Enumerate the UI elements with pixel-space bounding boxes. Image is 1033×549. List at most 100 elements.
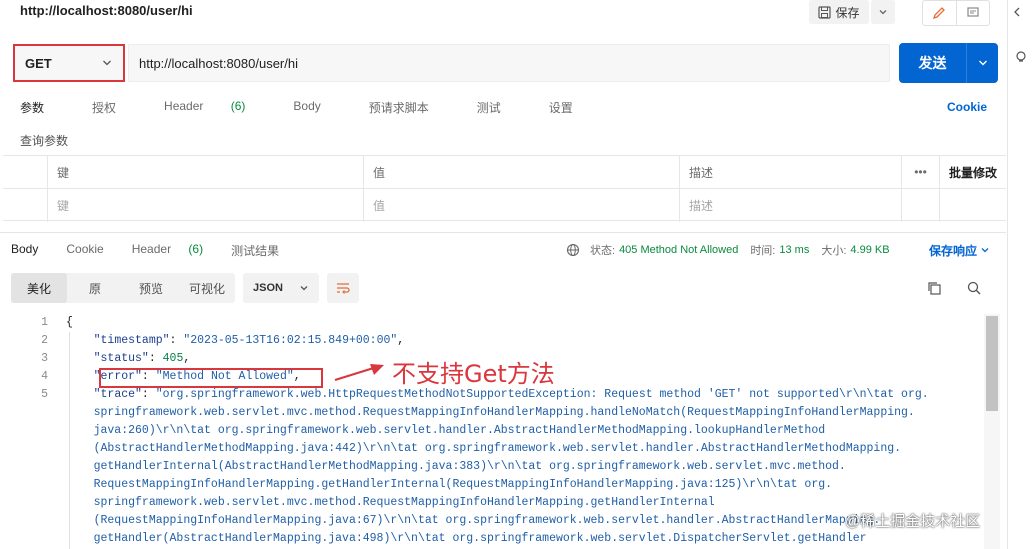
table-row: 键 值 描述: [3, 189, 1006, 222]
tab-tests[interactable]: 测试: [477, 99, 525, 116]
wrap-icon: [337, 283, 350, 294]
format-select[interactable]: JSON: [243, 273, 319, 303]
cookie-link[interactable]: Cookie: [947, 100, 987, 114]
tab-auth[interactable]: 授权: [92, 99, 140, 116]
view-visualize[interactable]: 可视化: [179, 273, 235, 303]
code-text: {: [66, 316, 73, 329]
save-button[interactable]: 保存: [809, 0, 869, 24]
tab-response-headers[interactable]: Header (6): [132, 242, 217, 259]
send-button[interactable]: 发送: [899, 43, 998, 83]
json-value: "org.springframework.web.HttpRequestMeth…: [155, 388, 929, 401]
value-input[interactable]: 值: [363, 189, 679, 222]
headers-count: (6): [230, 99, 246, 113]
request-title: http://localhost:8080/user/hi: [20, 3, 193, 18]
line-number: [0, 440, 56, 458]
code-text: springframework.web.servlet.mvc.method.R…: [66, 496, 715, 509]
code-line: (RequestMappingInfoHandlerMapping.java:6…: [66, 512, 981, 530]
line-number: 3: [41, 352, 48, 365]
tab-params[interactable]: 参数: [20, 99, 68, 116]
chevron-down-icon: [978, 60, 987, 66]
view-pretty[interactable]: 美化: [11, 273, 67, 303]
chevron-down-icon: [103, 60, 111, 66]
view-mode-segment: 美化 原 预览 可视化: [11, 273, 235, 303]
json-value: 405: [162, 352, 184, 365]
line-number: 5: [41, 388, 48, 401]
line-number: [0, 512, 56, 530]
line-number: [0, 422, 56, 440]
watermark: @稀土掘金技术社区: [845, 513, 981, 530]
code-line: getHandlerInternal(AbstractHandlerMethod…: [66, 458, 981, 476]
save-options-button[interactable]: [871, 0, 895, 24]
code-text: getHandler(AbstractHandlerMapping.java:4…: [66, 532, 867, 545]
json-value: "2023-05-13T16:02:15.849+00:00": [183, 334, 398, 347]
line-number: [0, 530, 56, 548]
code-line: (AbstractHandlerMethodMapping.java:442)\…: [66, 440, 981, 458]
save-response-button[interactable]: 保存响应: [929, 242, 990, 259]
error-highlight-box: [99, 368, 323, 388]
code-text: getHandlerInternal(AbstractHandlerMethod…: [66, 460, 846, 473]
size-label: 大小:: [821, 245, 847, 257]
tab-test-results[interactable]: 测试结果: [231, 242, 293, 259]
response-meta: 状态: 405 Method Not Allowed 时间: 13 ms 大小:…: [566, 242, 890, 258]
edit-mode-button[interactable]: [923, 1, 957, 25]
divider: [0, 232, 1006, 233]
column-description: 描述: [679, 156, 901, 188]
comment-mode-button[interactable]: [957, 1, 990, 25]
lightbulb-icon[interactable]: [1014, 50, 1028, 64]
tab-pre-request-script[interactable]: 预请求脚本: [369, 99, 453, 116]
view-raw[interactable]: 原: [67, 273, 123, 303]
json-key: "timestamp": [93, 334, 170, 347]
key-input[interactable]: 键: [47, 189, 363, 222]
send-options-button[interactable]: [967, 43, 998, 83]
code-line: {: [66, 314, 981, 332]
code-line: getHandler(AbstractHandlerMapping.java:4…: [66, 530, 981, 548]
method-value: GET: [25, 55, 52, 71]
wrap-lines-button[interactable]: [327, 273, 359, 303]
arrow-icon: [334, 364, 384, 382]
globe-icon[interactable]: [566, 243, 580, 257]
line-number: [0, 404, 56, 422]
query-params-label: 查询参数: [20, 134, 69, 148]
line-numbers: 1 2 3 4 5: [0, 314, 56, 548]
code-text: java:260)\r\n\tat org.springframework.we…: [66, 424, 826, 437]
column-value: 值: [363, 156, 679, 188]
format-value: JSON: [253, 282, 283, 294]
method-select[interactable]: GET: [13, 44, 125, 82]
code-text: RequestMappingInfoHandlerMapping.getHand…: [66, 478, 833, 491]
code-lines: { "timestamp": "2023-05-13T16:02:15.849+…: [66, 314, 981, 548]
tab-body[interactable]: Body: [293, 99, 344, 116]
comment-icon: [967, 7, 979, 17]
code-text: (RequestMappingInfoHandlerMapping.java:6…: [66, 514, 881, 527]
code-text: (AbstractHandlerMethodMapping.java:442)\…: [66, 442, 902, 455]
line-number: [0, 458, 56, 476]
save-label: 保存: [835, 5, 860, 20]
tab-response-body[interactable]: Body: [11, 242, 52, 259]
response-tabs: Body Cookie Header (6) 测试结果: [11, 242, 307, 259]
url-input[interactable]: http://localhost:8080/user/hi: [128, 44, 890, 82]
code-line: springframework.web.servlet.mvc.method.R…: [66, 404, 981, 422]
json-key: "status": [93, 352, 149, 365]
tab-response-cookie[interactable]: Cookie: [66, 242, 117, 259]
bulk-edit-button[interactable]: 批量修改: [939, 156, 1006, 188]
line-number: 1: [41, 316, 48, 329]
code-line: RequestMappingInfoHandlerMapping.getHand…: [66, 476, 981, 494]
line-number: [0, 476, 56, 494]
description-input[interactable]: 描述: [679, 189, 901, 222]
tab-settings[interactable]: 设置: [549, 99, 597, 116]
annotation-text: 不支持Get方法: [392, 360, 555, 388]
params-table: 键 值 描述 ••• 批量修改 键 值 描述: [3, 155, 1006, 222]
tab-headers[interactable]: Header (6): [164, 99, 269, 116]
save-icon: [818, 5, 832, 19]
chevron-down-icon: [981, 248, 989, 253]
copy-icon[interactable]: [926, 280, 942, 299]
chevron-down-icon: [300, 286, 308, 291]
search-icon[interactable]: [966, 280, 982, 299]
size-value: 4.99 KB: [850, 244, 890, 256]
right-sidebar: [1007, 0, 1033, 549]
time-value: 13 ms: [779, 244, 810, 256]
code-icon[interactable]: [1014, 6, 1028, 18]
code-line: "timestamp": "2023-05-13T16:02:15.849+00…: [93, 334, 405, 347]
view-preview[interactable]: 预览: [123, 273, 179, 303]
more-options-button[interactable]: •••: [901, 156, 939, 188]
code-line: java:260)\r\n\tat org.springframework.we…: [66, 422, 981, 440]
